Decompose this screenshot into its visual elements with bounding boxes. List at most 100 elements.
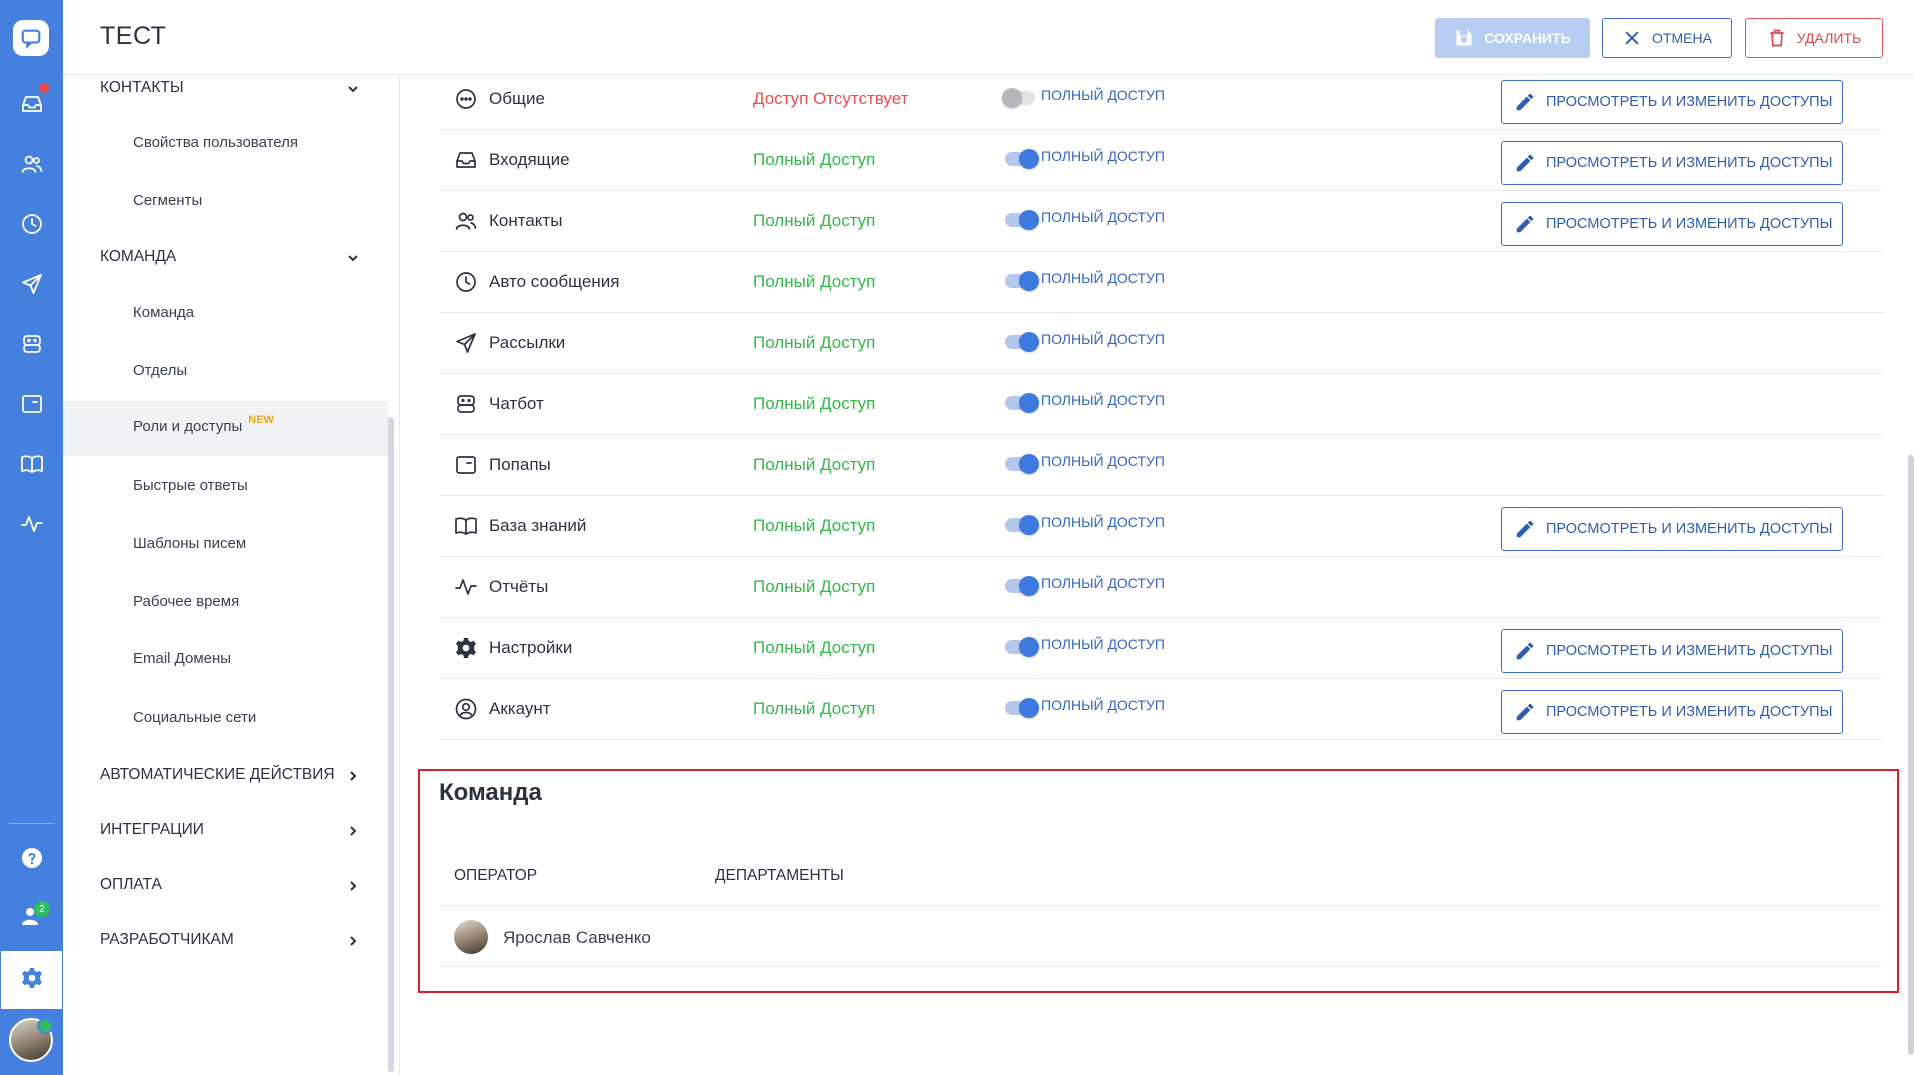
sidebar-group-contacts[interactable]: КОНТАКТЫ — [100, 79, 380, 97]
roles-main-panel: Общие Доступ Отсутствует ПОЛНЫЙ ДОСТУП П… — [400, 75, 1914, 1075]
permission-status: Полный Доступ — [753, 333, 876, 352]
sidebar-group-automation[interactable]: АВТОМАТИЧЕСКИЕ ДЕЙСТВИЯ — [100, 766, 380, 784]
edit-access-label: ПРОСМОТРЕТЬ И ИЗМЕНИТЬ ДОСТУПЫ — [1546, 94, 1833, 110]
settings-sidebar: КОНТАКТЫ Свойства пользователя Сегменты … — [63, 75, 400, 1075]
chatbot-icon — [20, 332, 44, 361]
save-label: СОХРАНИТЬ — [1484, 30, 1571, 46]
sidebar-item-roles[interactable]: Роли и доступы NEW — [133, 414, 274, 435]
team-section-title: Команда — [439, 779, 542, 806]
full-access-label: ПОЛНЫЙ ДОСТУП — [1041, 392, 1165, 408]
full-access-toggle[interactable] — [1002, 88, 1035, 108]
permission-status: Полный Доступ — [753, 394, 876, 413]
rail-reports[interactable] — [0, 496, 63, 556]
pulse-icon — [454, 575, 478, 599]
edit-access-label: ПРОСМОТРЕТЬ И ИЗМЕНИТЬ ДОСТУПЫ — [1546, 216, 1833, 232]
pencil-icon — [1516, 520, 1534, 538]
rail-auto-messages[interactable] — [0, 196, 63, 256]
page-header: ТЕСТ СОХРАНИТЬ ОТМЕНА УДАЛИТЬ — [63, 0, 1914, 75]
rail-chatbot[interactable] — [0, 316, 63, 376]
sidebar-item-email-domains[interactable]: Email Домены — [133, 650, 231, 667]
column-header-departments: ДЕПАРТАМЕНТЫ — [715, 867, 844, 884]
rail-contacts[interactable] — [0, 136, 63, 196]
sidebar-item-quick-replies[interactable]: Быстрые ответы — [133, 477, 248, 494]
rail-settings[interactable] — [1, 951, 62, 1009]
edit-access-button[interactable]: ПРОСМОТРЕТЬ И ИЗМЕНИТЬ ДОСТУПЫ — [1501, 690, 1843, 734]
edit-access-button[interactable]: ПРОСМОТРЕТЬ И ИЗМЕНИТЬ ДОСТУПЫ — [1501, 202, 1843, 246]
full-access-toggle[interactable] — [1005, 637, 1039, 657]
edit-access-button[interactable]: ПРОСМОТРЕТЬ И ИЗМЕНИТЬ ДОСТУПЫ — [1501, 629, 1843, 673]
rail-team[interactable] — [0, 888, 63, 948]
save-button[interactable]: СОХРАНИТЬ — [1435, 18, 1590, 58]
chevron-right-icon — [346, 879, 360, 893]
full-access-label: ПОЛНЫЙ ДОСТУП — [1041, 514, 1165, 530]
sidebar-item-segments[interactable]: Сегменты — [133, 192, 202, 209]
delete-button[interactable]: УДАЛИТЬ — [1745, 18, 1883, 58]
sidebar-item-team[interactable]: Команда — [133, 304, 194, 321]
sidebar-group-developers[interactable]: РАЗРАБОТЧИКАМ — [100, 931, 380, 949]
permission-row-popups: Попапы Полный Доступ ПОЛНЫЙ ДОСТУП — [439, 435, 1883, 496]
cancel-button[interactable]: ОТМЕНА — [1602, 18, 1732, 58]
full-access-toggle[interactable] — [1005, 332, 1039, 352]
user-avatar[interactable] — [9, 1018, 53, 1062]
sidebar-item-working-hours[interactable]: Рабочее время — [133, 593, 239, 610]
sidebar-group-team[interactable]: КОМАНДА — [100, 248, 380, 266]
main-scrollbar[interactable] — [1908, 455, 1914, 1055]
full-access-label: ПОЛНЫЙ ДОСТУП — [1041, 331, 1165, 347]
rail-mailings[interactable] — [0, 256, 63, 316]
rail-inbox[interactable] — [0, 76, 63, 136]
operator-name[interactable]: Ярослав Савченко — [503, 928, 651, 948]
permission-status: Полный Доступ — [753, 577, 876, 596]
permission-row-account: Аккаунт Полный Доступ ПОЛНЫЙ ДОСТУП ПРОС… — [439, 679, 1883, 740]
edit-access-button[interactable]: ПРОСМОТРЕТЬ И ИЗМЕНИТЬ ДОСТУПЫ — [1501, 507, 1843, 551]
full-access-label: ПОЛНЫЙ ДОСТУП — [1041, 636, 1165, 652]
help-icon — [20, 846, 44, 875]
column-header-operator: ОПЕРАТОР — [454, 867, 538, 884]
sidebar-group-integrations[interactable]: ИНТЕГРАЦИИ — [100, 821, 380, 839]
permission-row-mailings: Рассылки Полный Доступ ПОЛНЫЙ ДОСТУП — [439, 313, 1883, 374]
full-access-toggle[interactable] — [1005, 210, 1039, 230]
full-access-toggle[interactable] — [1005, 393, 1039, 413]
permission-name: Общие — [489, 89, 545, 108]
user-circle-icon — [454, 697, 478, 721]
chatbot-icon — [454, 392, 478, 416]
sidebar-item-departments[interactable]: Отделы — [133, 362, 187, 379]
full-access-label: ПОЛНЫЙ ДОСТУП — [1041, 148, 1165, 164]
full-access-toggle[interactable] — [1005, 149, 1039, 169]
sidebar-group-label: РАЗРАБОТЧИКАМ — [100, 931, 234, 948]
full-access-toggle[interactable] — [1005, 271, 1039, 291]
full-access-toggle[interactable] — [1005, 515, 1039, 535]
permission-row-contacts: Контакты Полный Доступ ПОЛНЫЙ ДОСТУП ПРО… — [439, 191, 1883, 252]
sidebar-scrollbar[interactable] — [388, 417, 394, 1072]
rail-help[interactable] — [0, 830, 63, 890]
rail-popups[interactable] — [0, 376, 63, 436]
chat-logo-icon[interactable] — [13, 20, 49, 56]
permission-row-auto-messages: Авто сообщения Полный Доступ ПОЛНЫЙ ДОСТ… — [439, 252, 1883, 313]
permission-row-general: Общие Доступ Отсутствует ПОЛНЫЙ ДОСТУП П… — [439, 69, 1883, 130]
permission-row-settings: Настройки Полный Доступ ПОЛНЫЙ ДОСТУП ПР… — [439, 618, 1883, 679]
full-access-label: ПОЛНЫЙ ДОСТУП — [1041, 697, 1165, 713]
smile-icon — [454, 87, 478, 111]
floppy-icon — [1456, 30, 1472, 46]
pencil-icon — [1516, 642, 1534, 660]
permission-row-inbox: Входящие Полный Доступ ПОЛНЫЙ ДОСТУП ПРО… — [439, 130, 1883, 191]
permission-name: База знаний — [489, 516, 587, 535]
rail-knowledge-base[interactable] — [0, 436, 63, 496]
contacts-icon — [20, 152, 44, 181]
full-access-toggle[interactable] — [1005, 454, 1039, 474]
delete-label: УДАЛИТЬ — [1796, 30, 1862, 46]
edit-access-button[interactable]: ПРОСМОТРЕТЬ И ИЗМЕНИТЬ ДОСТУПЫ — [1501, 80, 1843, 124]
sidebar-group-billing[interactable]: ОПЛАТА — [100, 876, 380, 894]
close-icon — [1625, 31, 1639, 45]
full-access-toggle[interactable] — [1005, 576, 1039, 596]
sidebar-item-user-properties[interactable]: Свойства пользователя — [133, 134, 298, 151]
edit-access-button[interactable]: ПРОСМОТРЕТЬ И ИЗМЕНИТЬ ДОСТУПЫ — [1501, 141, 1843, 185]
edit-access-label: ПРОСМОТРЕТЬ И ИЗМЕНИТЬ ДОСТУПЫ — [1546, 704, 1833, 720]
sidebar-item-email-templates[interactable]: Шаблоны писем — [133, 535, 246, 552]
full-access-toggle[interactable] — [1005, 698, 1039, 718]
sidebar-item-social-networks[interactable]: Социальные сети — [133, 709, 256, 726]
permission-name: Авто сообщения — [489, 272, 620, 291]
clock-icon — [454, 270, 478, 294]
pencil-icon — [1516, 215, 1534, 233]
permission-name: Чатбот — [489, 394, 544, 413]
sidebar-group-label: ОПЛАТА — [100, 876, 162, 893]
